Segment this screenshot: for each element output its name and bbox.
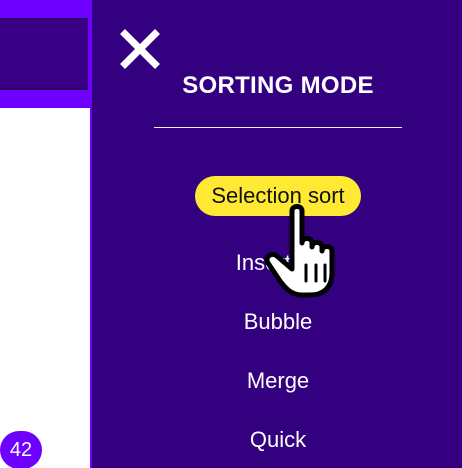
menu-item-selection-sort: Selection sort — [92, 176, 462, 216]
app-root: 42 SORTING MODE Selection sort Insertion… — [0, 0, 462, 468]
close-icon — [120, 29, 160, 69]
menu-item-label[interactable]: Merge — [247, 361, 309, 401]
menu-item-bubble: Bubble — [92, 302, 462, 342]
background-app-header — [0, 0, 90, 108]
drawer-title: SORTING MODE — [182, 72, 374, 99]
menu-item-merge: Merge — [92, 361, 462, 401]
menu-item-label[interactable]: Quick — [250, 420, 306, 460]
menu-item-quick: Quick — [92, 420, 462, 460]
count-badge: 42 — [0, 431, 42, 468]
menu-item-insertion: Insertion — [92, 243, 462, 283]
background-app-header-bar — [0, 18, 88, 90]
sorting-mode-drawer: SORTING MODE Selection sort Insertion Bu… — [90, 0, 462, 468]
menu-item-label[interactable]: Insertion — [236, 243, 320, 283]
menu-item-label[interactable]: Bubble — [244, 302, 313, 342]
menu-item-label[interactable]: Selection sort — [195, 176, 361, 216]
background-app: 42 — [0, 0, 90, 468]
close-button[interactable] — [119, 28, 161, 70]
title-divider — [154, 127, 402, 128]
